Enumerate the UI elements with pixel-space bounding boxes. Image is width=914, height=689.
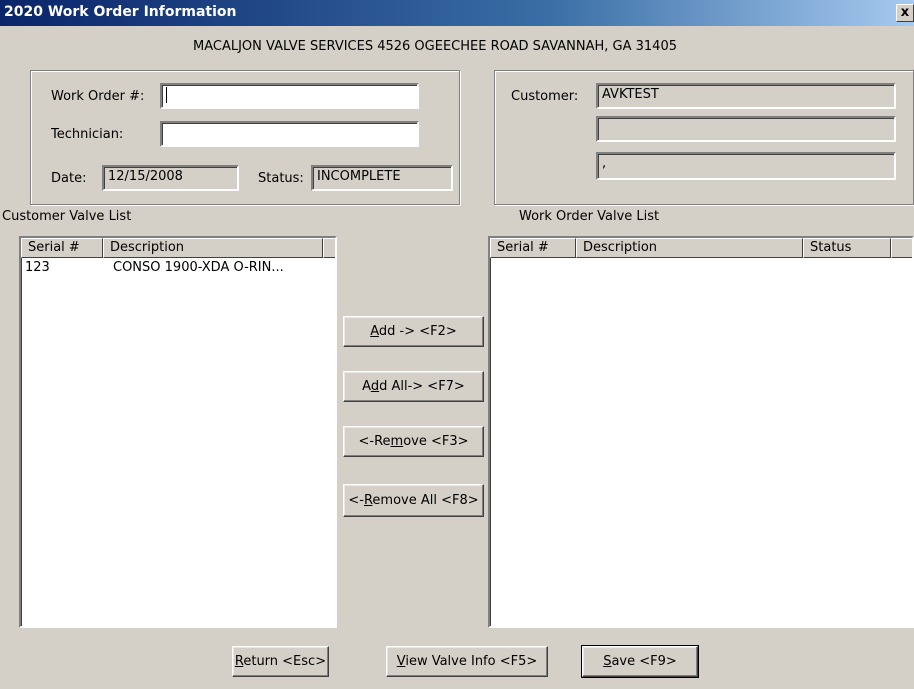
column-header-filler [323,238,335,258]
remove-all-button[interactable]: <-Remove All <F8> [343,484,484,517]
work-order-input[interactable] [160,83,419,109]
customer-address-field [596,116,896,142]
window-title: 2020 Work Order Information [4,4,237,20]
return-button[interactable]: Return <Esc> [232,646,329,677]
save-button[interactable]: Save <F9> [581,645,699,678]
customer-valve-list-caption: Customer Valve List [2,209,132,224]
status-field: INCOMPLETE [311,165,453,191]
customer-label: Customer: [511,89,579,104]
add-all-button[interactable]: Add All-> <F7> [343,371,484,402]
column-header-status[interactable]: Status [803,238,891,258]
title-bar: 2020 Work Order Information [0,0,914,26]
work-order-valve-list[interactable]: Serial # Description Status [488,236,914,628]
column-header-description[interactable]: Description [103,238,323,258]
list-header: Serial # Description Status [490,238,912,258]
customer-valve-list[interactable]: Serial # Description 123 CONSO 1900-XDA … [19,236,337,628]
customer-city-field: , [596,152,896,180]
column-header-serial[interactable]: Serial # [21,238,103,258]
text-caret [166,87,167,103]
view-valve-info-button[interactable]: View Valve Info <F5> [386,646,548,677]
column-header-serial[interactable]: Serial # [490,238,576,258]
cell-serial: 123 [25,260,50,275]
table-row[interactable]: 123 CONSO 1900-XDA O-RIN... [21,259,335,277]
cell-description: CONSO 1900-XDA O-RIN... [113,260,284,275]
technician-label: Technician: [51,127,124,142]
date-field: 12/15/2008 [102,165,239,191]
work-order-label: Work Order #: [51,89,145,104]
close-button[interactable]: x [896,4,914,22]
date-label: Date: [51,171,87,186]
company-line: MACALJON VALVE SERVICES 4526 OGEECHEE RO… [193,39,677,54]
remove-button[interactable]: <-Remove <F3> [343,426,484,457]
work-order-valve-list-caption: Work Order Valve List [519,209,660,224]
customer-name-field: AVKTEST [596,83,896,109]
column-header-filler [891,238,912,258]
list-header: Serial # Description [21,238,335,258]
column-header-description[interactable]: Description [576,238,803,258]
status-label: Status: [258,171,304,186]
technician-input[interactable] [160,121,419,147]
add-button[interactable]: Add -> <F2> [343,316,484,347]
